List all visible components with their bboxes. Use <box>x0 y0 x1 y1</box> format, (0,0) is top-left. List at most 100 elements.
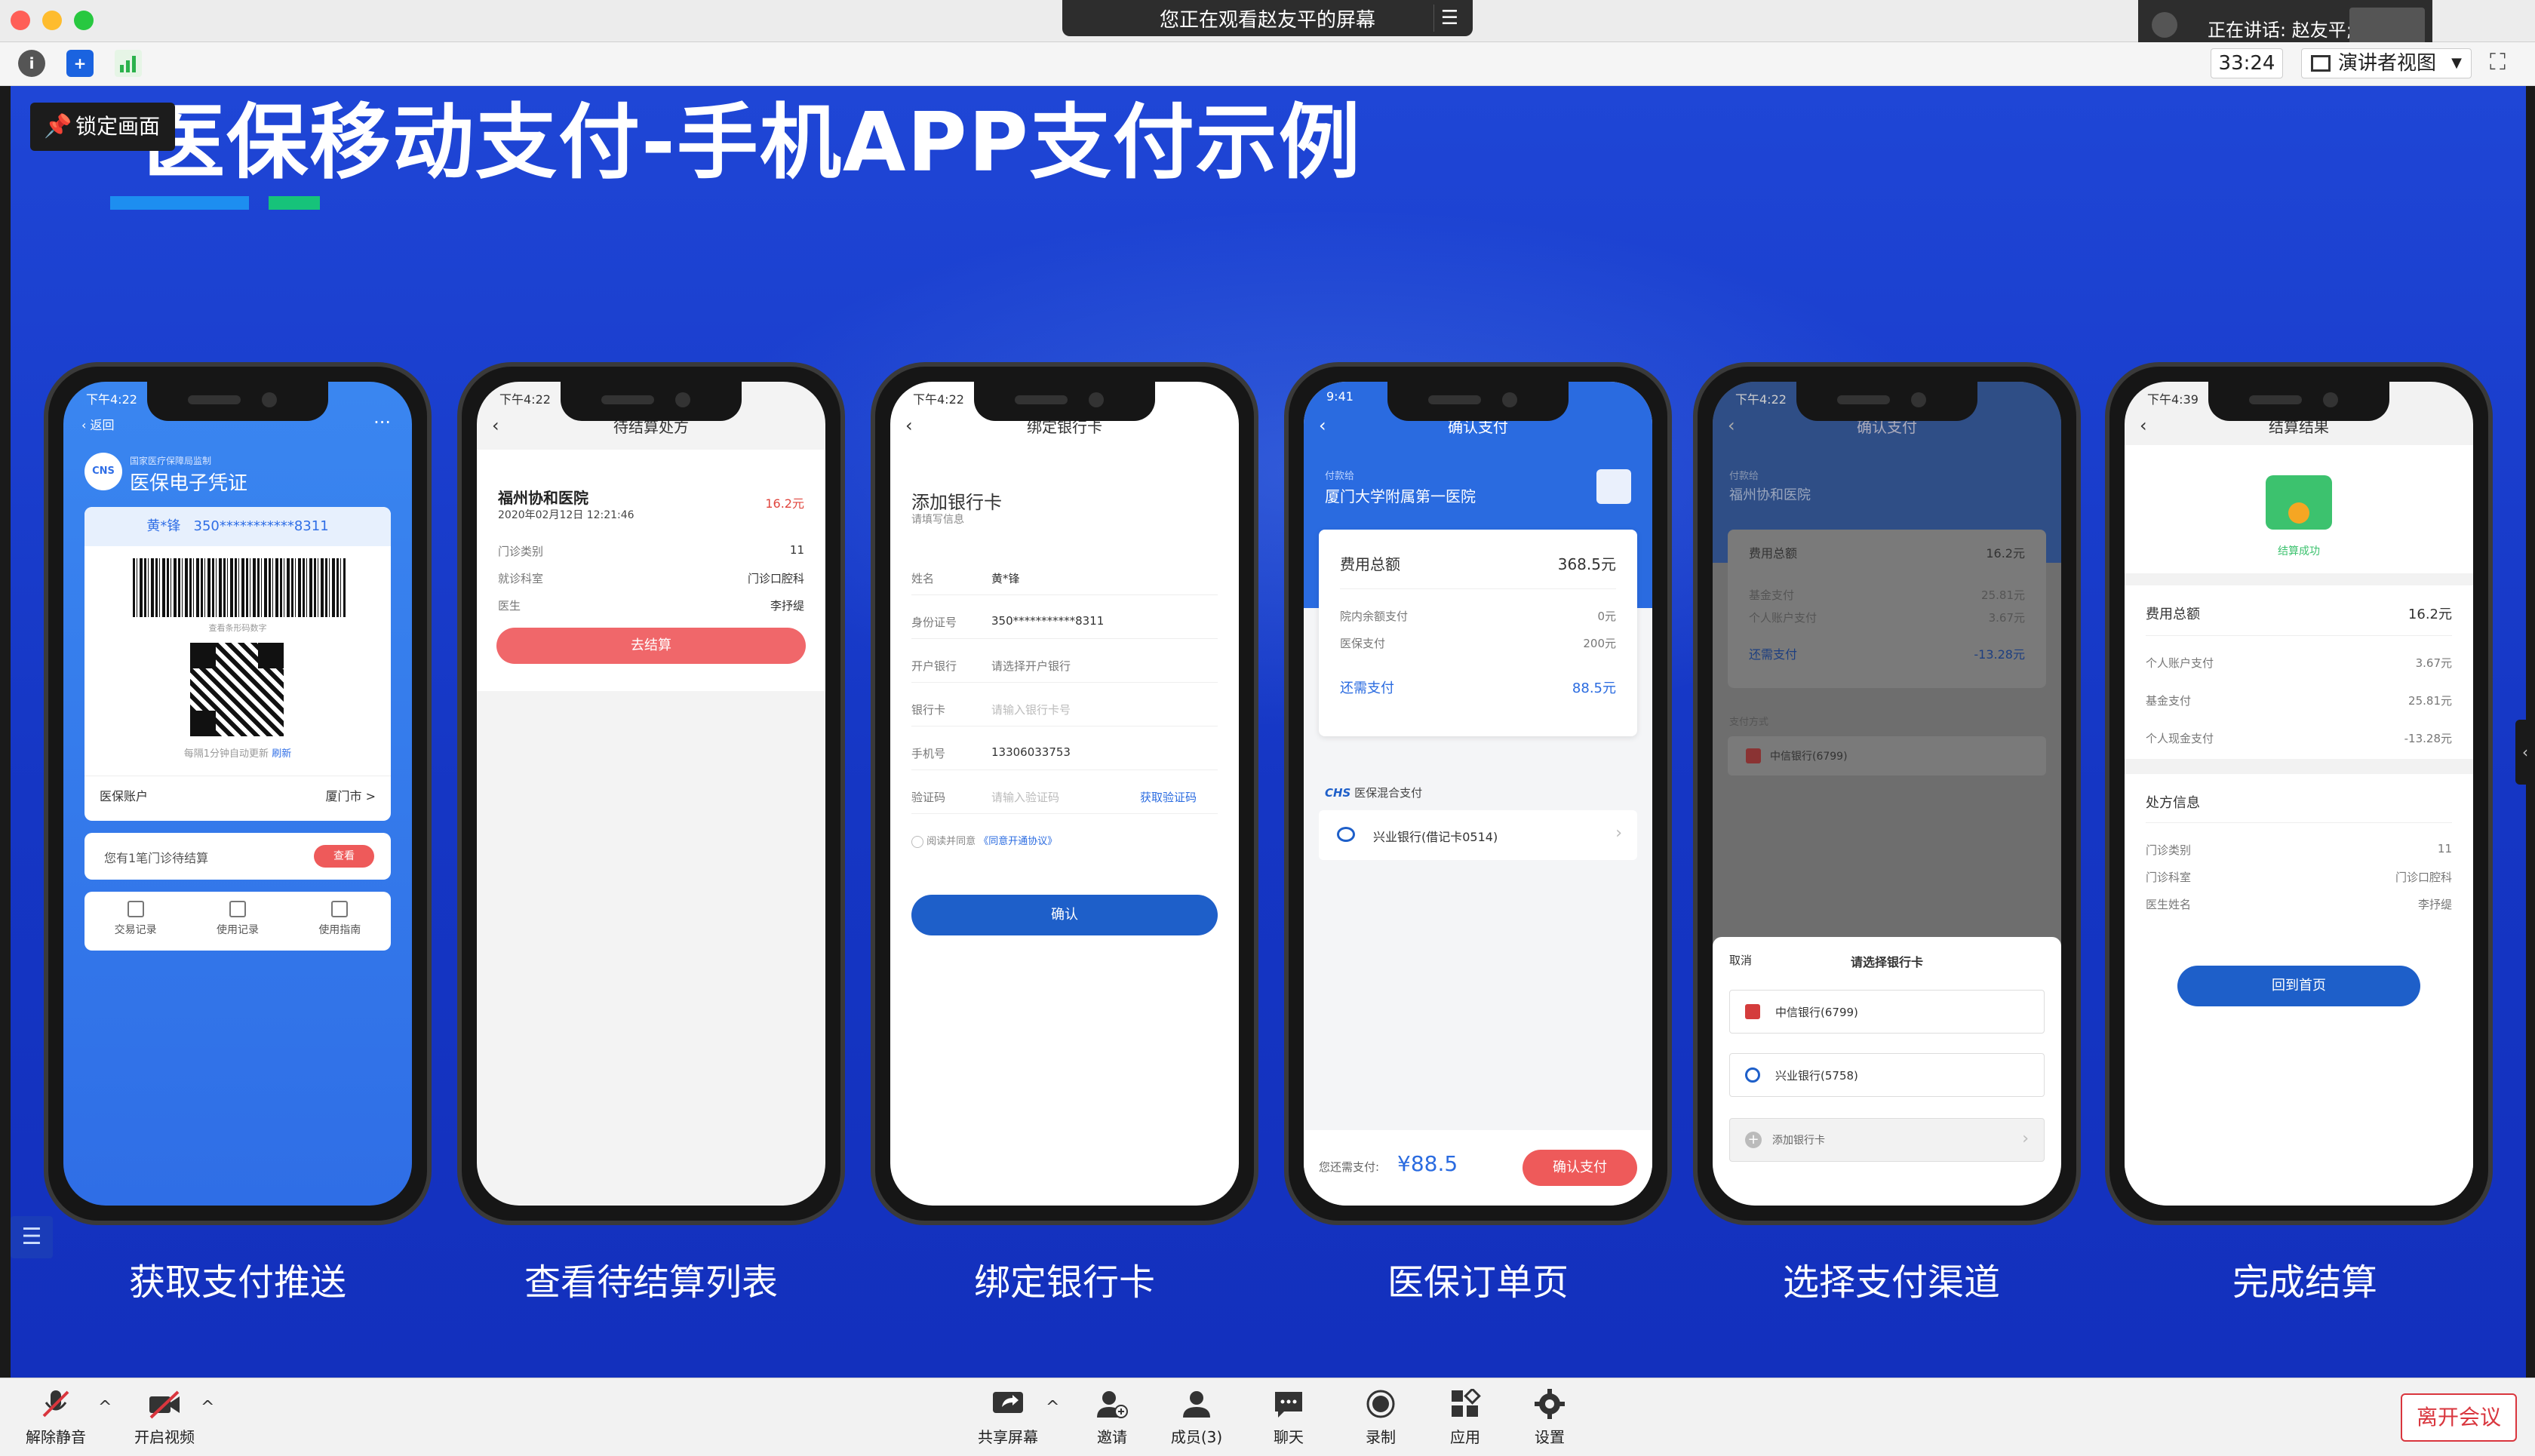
menu-icon[interactable]: ☰ <box>1433 5 1465 32</box>
bank-select[interactable]: 请选择开户银行 <box>991 658 1071 674</box>
bank-option-cib[interactable]: 兴业银行(5758) <box>1729 1053 2045 1097</box>
bank-option-label: 中信银行(6799) <box>1775 1006 1858 1019</box>
shortcut-usage[interactable]: 使用记录 <box>186 892 288 951</box>
row-key: 个人账户支付 <box>1749 611 1818 625</box>
total-row: 费用总额 16.2元 <box>2146 604 2452 623</box>
record-icon <box>1364 1389 1397 1419</box>
share-screen-button[interactable]: 共享屏幕 <box>963 1386 1053 1454</box>
total-value: 368.5元 <box>1557 555 1616 573</box>
shield-icon[interactable]: + <box>66 50 94 77</box>
method-row[interactable]: 中信银行(6799) <box>1728 736 2046 776</box>
close-window-button[interactable] <box>11 11 30 30</box>
minimize-window-button[interactable] <box>42 11 62 30</box>
form-row: 银行卡 请输入银行卡号 <box>911 702 1218 717</box>
name-field[interactable]: 黄*锋 <box>991 570 1020 586</box>
settings-button[interactable]: 设置 <box>1504 1386 1595 1454</box>
field-label: 姓名 <box>911 572 935 585</box>
agreement-link[interactable]: 《同意开通协议》 <box>979 836 1057 847</box>
chs-row: CHS 医保混合支付 <box>1325 785 1422 800</box>
back-home-button[interactable]: 回到首页 <box>2177 966 2420 1006</box>
phone-mockup-4: 9:41 ‹ 确认支付 付款给 厦门大学附属第一医院 费用总额 368.5元 院内… <box>1284 362 1672 1225</box>
hospital-name: 福州协和医院 <box>498 489 588 507</box>
side-panel-toggle[interactable]: ‹ <box>2515 720 2535 785</box>
account-city: 厦门市 > <box>325 789 376 803</box>
refresh-link[interactable]: 刷新 <box>272 748 291 760</box>
members-button[interactable]: 成员(3) <box>1151 1386 1242 1454</box>
fullscreen-icon[interactable]: ⛶ <box>2490 51 2514 75</box>
signal-bars-icon[interactable] <box>115 50 142 77</box>
chat-button[interactable]: 聊天 <box>1243 1386 1334 1454</box>
payee-label: 付款给 <box>1729 471 1759 482</box>
info-row: 个人账户支付 3.67元 <box>2146 655 2452 671</box>
card-number-field[interactable]: 请输入银行卡号 <box>991 702 1071 717</box>
code-field[interactable]: 请输入验证码 <box>991 789 1059 805</box>
info-row: 门诊科室 门诊口腔科 <box>2146 869 2452 885</box>
shortcut-transactions[interactable]: 交易记录 <box>84 892 186 951</box>
confirm-pay-button[interactable]: 确认支付 <box>1523 1150 1637 1186</box>
row-value: 200元 <box>1583 637 1616 650</box>
chevron-up-icon[interactable]: ^ <box>201 1398 214 1417</box>
chevron-up-icon[interactable]: ^ <box>98 1398 112 1417</box>
start-video-label: 开启视频 <box>134 1428 195 1446</box>
shortcut-label: 使用记录 <box>216 924 259 936</box>
agree-row[interactable]: 阅读并同意 《同意开通协议》 <box>911 833 1057 848</box>
bank-option-citic[interactable]: 中信银行(6799) <box>1729 990 2045 1034</box>
row-key: 门诊科室 <box>2146 871 2192 884</box>
info-row: 基金支付 25.81元 <box>1749 587 2025 603</box>
list-toggle-icon[interactable]: ☰ <box>11 1216 53 1258</box>
form-row: 开户银行 请选择开户银行 <box>911 658 1218 674</box>
card-divider <box>1340 588 1616 589</box>
phone-notch <box>147 382 328 421</box>
field-label: 身份证号 <box>911 616 957 629</box>
phone-screen-4: 9:41 ‹ 确认支付 付款给 厦门大学附属第一医院 费用总额 368.5元 院内… <box>1304 382 1652 1206</box>
account-row[interactable]: 医保账户 厦门市 > <box>100 786 376 804</box>
title-accent-bar-green <box>269 196 320 210</box>
view-mode-dropdown[interactable]: 演讲者视图 ▼ <box>2301 48 2472 78</box>
apps-button[interactable]: 应用 <box>1420 1386 1510 1454</box>
record-button[interactable]: 录制 <box>1335 1386 1426 1454</box>
phone-notch <box>561 382 742 421</box>
get-code-link[interactable]: 获取验证码 <box>1140 789 1197 805</box>
settle-button[interactable]: 去结算 <box>496 628 806 664</box>
refresh-row: 每隔1分钟自动更新 刷新 <box>84 745 391 760</box>
agree-text: 阅读并同意 <box>926 836 976 847</box>
field-divider <box>911 769 1218 770</box>
pending-card[interactable]: 您有1笔门诊待结算 查看 <box>84 833 391 880</box>
back-link[interactable]: ‹ 返回 <box>81 415 115 433</box>
bank-option[interactable]: 兴业银行(借记卡0514) › <box>1319 810 1637 860</box>
phone-mockup-6: 下午4:39 ‹ 结算结果 结算成功 费用总额 16.2元 个人账户支付 3.67元… <box>2105 362 2493 1225</box>
phone-field[interactable]: 13306033753 <box>991 745 1071 761</box>
info-icon[interactable]: i <box>18 50 45 77</box>
row-value: 门诊口腔科 <box>2395 871 2452 884</box>
shortcut-guide[interactable]: 使用指南 <box>289 892 391 951</box>
lock-screen-button[interactable]: 📌 锁定画面 <box>30 103 175 151</box>
form-title: 添加银行卡 <box>911 492 1002 513</box>
method-label: 支付方式 <box>1729 717 1769 728</box>
prescription-card[interactable]: 福州协和医院 2020年02月12日 12:21:46 16.2元 门诊类别 11… <box>477 450 825 691</box>
settings-label: 设置 <box>1535 1428 1565 1446</box>
checkbox[interactable] <box>911 835 923 848</box>
unmute-button[interactable]: 解除静音 <box>11 1386 101 1454</box>
field-divider <box>911 638 1218 639</box>
invite-button[interactable]: 邀请 <box>1067 1386 1157 1454</box>
start-video-button[interactable]: 开启视频 <box>119 1386 210 1454</box>
barcode-hint[interactable]: 查看条形码数字 <box>84 622 391 634</box>
more-icon[interactable]: ··· <box>373 412 391 433</box>
remain-value: 88.5元 <box>1572 680 1616 696</box>
view-button[interactable]: 查看 <box>314 845 374 868</box>
meeting-toolbar: i + 33:24 演讲者视图 ▼ ⛶ <box>0 42 2535 86</box>
voucher-card: 黄*锋 350***********8311 查看条形码数字 每隔1分钟自动更新… <box>84 507 391 821</box>
voucher-title: 医保电子凭证 <box>130 472 248 495</box>
field-divider <box>911 594 1218 595</box>
id-number-field[interactable]: 350***********8311 <box>991 614 1104 630</box>
phone-mockup-2: 下午4:22 ‹ 待结算处方 福州协和医院 2020年02月12日 12:21:… <box>457 362 845 1225</box>
leave-meeting-button[interactable]: 离开会议 <box>2401 1393 2517 1442</box>
confirm-button[interactable]: 确认 <box>911 895 1218 935</box>
chevron-down-icon: ▼ <box>2451 55 2462 71</box>
row-key: 个人现金支付 <box>2146 732 2214 745</box>
maximize-window-button[interactable] <box>74 11 94 30</box>
screen-share-banner: 您正在观看赵友平的屏幕 ☰ <box>1062 0 1473 36</box>
field-label: 手机号 <box>911 747 946 760</box>
add-bank-card[interactable]: + 添加银行卡 › <box>1729 1118 2045 1162</box>
chevron-up-icon[interactable]: ^ <box>1046 1398 1059 1417</box>
